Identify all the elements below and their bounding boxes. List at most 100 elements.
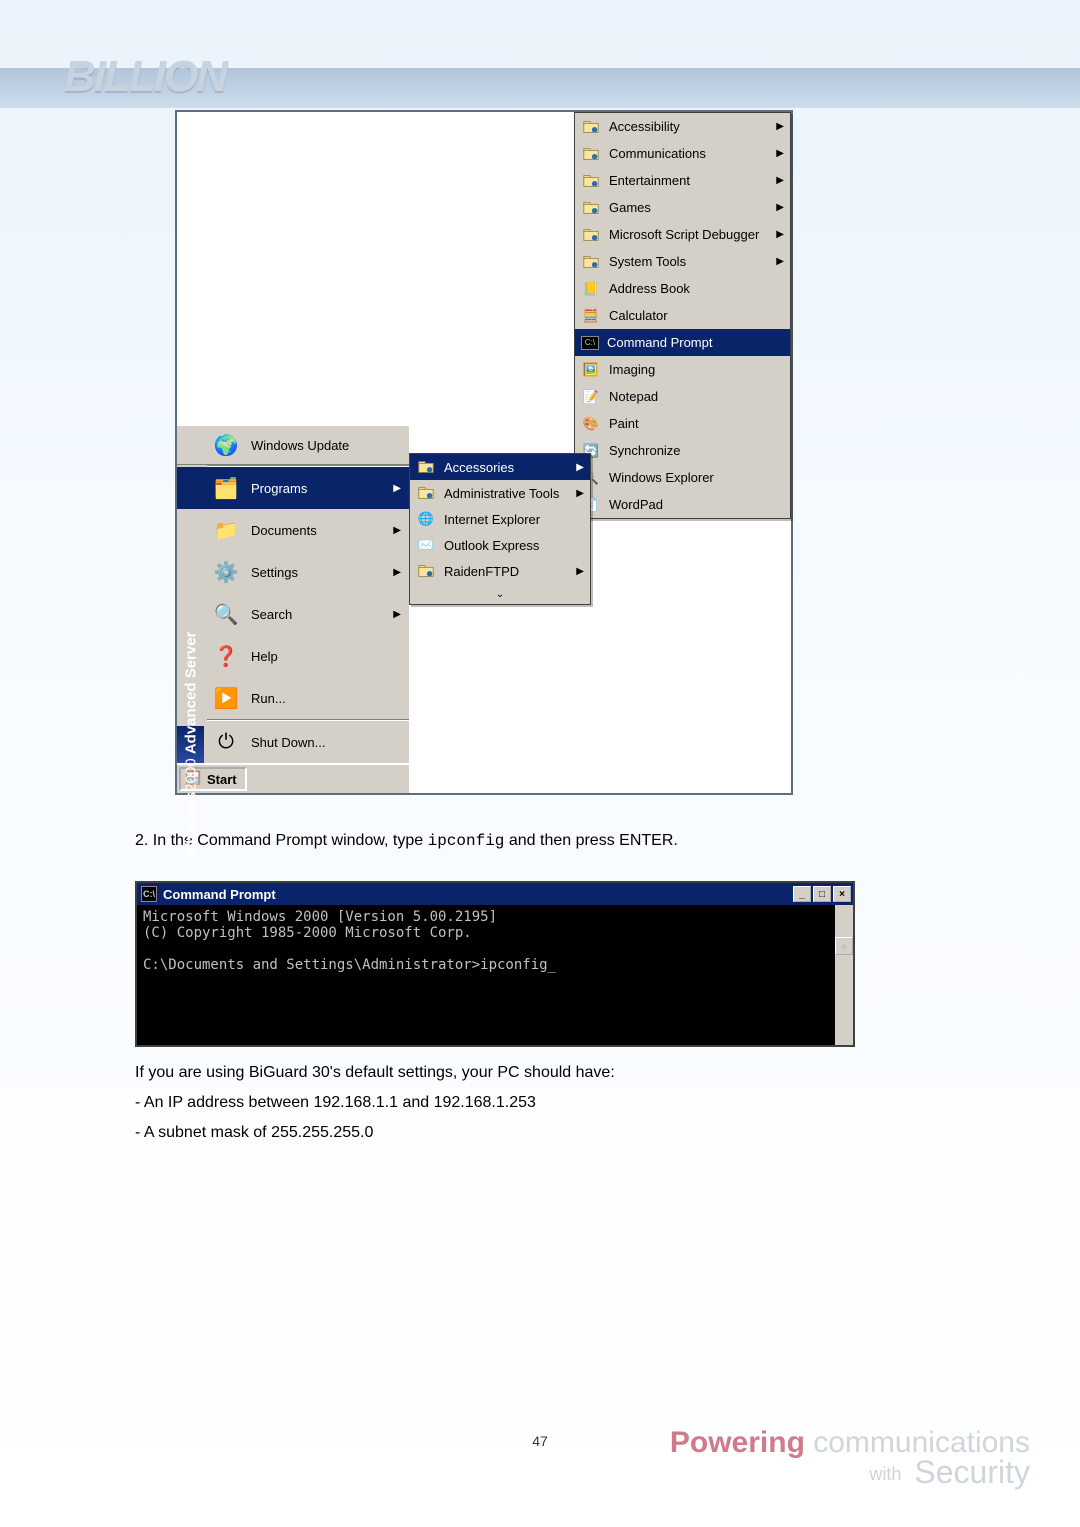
programs-flyout: Accessories ▶ Administrative Tools ▶ 🌐 I…: [409, 453, 591, 605]
programs-icon: 🗂️: [211, 473, 241, 503]
menu-label: System Tools: [609, 254, 686, 269]
cmd-window: C:\ Command Prompt _ □ × Microsoft Windo…: [135, 881, 855, 1047]
menu-item-outlook[interactable]: ✉️ Outlook Express: [410, 532, 590, 558]
submenu-arrow-icon: ▶: [576, 566, 584, 577]
menu-item-calculator[interactable]: 🧮 Calculator: [575, 302, 790, 329]
menu-item-settings[interactable]: ⚙️ Settings ▶: [177, 551, 409, 593]
menu-label: Search: [251, 607, 292, 622]
scroll-up-icon[interactable]: ▲: [835, 937, 853, 955]
folder-icon: [581, 144, 601, 164]
settings-icon: ⚙️: [211, 557, 241, 587]
submenu-arrow-icon: ▶: [776, 256, 784, 267]
submenu-arrow-icon: ▶: [393, 525, 401, 536]
outlook-icon: ✉️: [416, 535, 436, 555]
menu-item-shutdown[interactable]: ⏻ Shut Down...: [177, 721, 409, 763]
folder-icon: [416, 483, 436, 503]
cmd-icon: C:\: [141, 886, 157, 902]
step2-suffix: and then press ENTER.: [504, 832, 677, 849]
menu-item-synchronize[interactable]: 🔄 Synchronize: [575, 437, 790, 464]
menu-item-notepad[interactable]: 📝 Notepad: [575, 383, 790, 410]
menu-label: Shut Down...: [251, 735, 325, 750]
menu-label: Entertainment: [609, 173, 690, 188]
start-label: Start: [207, 772, 237, 787]
menu-label: Paint: [609, 416, 639, 431]
menu-label: Accessories: [444, 460, 514, 475]
menu-label: Windows Explorer: [609, 470, 714, 485]
menu-item-windows-explorer[interactable]: 🔍 Windows Explorer: [575, 464, 790, 491]
submenu-arrow-icon: ▶: [393, 483, 401, 494]
submenu-arrow-icon: ▶: [393, 609, 401, 620]
paint-icon: 🎨: [581, 414, 601, 434]
notes-line1: If you are using BiGuard 30's default se…: [135, 1061, 935, 1085]
menu-item-search[interactable]: 🔍 Search ▶: [177, 593, 409, 635]
menu-label: Programs: [251, 481, 307, 496]
notes-line3: - A subnet mask of 255.255.255.0: [135, 1121, 935, 1145]
start-menu: Windows2000 Advanced Server 🌍 Windows Up…: [177, 425, 409, 793]
brand-logo: BILLION: [64, 52, 226, 102]
cmd-prompt: C:\Documents and Settings\Administrator>…: [143, 957, 556, 973]
folder-icon: [581, 171, 601, 191]
close-button[interactable]: ×: [833, 886, 851, 902]
cmd-icon: C:\: [581, 336, 599, 350]
maximize-button[interactable]: □: [813, 886, 831, 902]
submenu-arrow-icon: ▶: [776, 202, 784, 213]
menu-item-documents[interactable]: 📁 Documents ▶: [177, 509, 409, 551]
minimize-button[interactable]: _: [793, 886, 811, 902]
menu-item-run[interactable]: ▶️ Run...: [177, 677, 409, 719]
submenu-arrow-icon: ▶: [393, 567, 401, 578]
footer-brand: Powering communications with Security: [670, 1426, 1030, 1491]
help-icon: ❓: [211, 641, 241, 671]
menu-item-system-tools[interactable]: System Tools ▶: [575, 248, 790, 275]
cmd-titlebar: C:\ Command Prompt _ □ ×: [137, 883, 853, 905]
ie-icon: 🌐: [416, 509, 436, 529]
addressbook-icon: 📒: [581, 279, 601, 299]
menu-label: Synchronize: [609, 443, 681, 458]
menu-label: Help: [251, 649, 278, 664]
folder-icon: [581, 225, 601, 245]
menu-label: Run...: [251, 691, 286, 706]
cmd-title-text: Command Prompt: [163, 887, 276, 902]
menu-item-admin-tools[interactable]: Administrative Tools ▶: [410, 480, 590, 506]
menu-item-accessibility[interactable]: Accessibility ▶: [575, 113, 790, 140]
shutdown-icon: ⏻: [211, 727, 241, 757]
menu-label: Documents: [251, 523, 317, 538]
submenu-arrow-icon: ▶: [576, 462, 584, 473]
notepad-icon: 📝: [581, 387, 601, 407]
expand-chevron-icon[interactable]: ⌄: [410, 584, 590, 604]
menu-label: Settings: [251, 565, 298, 580]
menu-label: Imaging: [609, 362, 655, 377]
menu-item-help[interactable]: ❓ Help: [177, 635, 409, 677]
menu-label: RaidenFTPD: [444, 564, 519, 579]
menu-label: Communications: [609, 146, 706, 161]
footer-powering: Powering: [670, 1426, 805, 1459]
footer-security: Security: [914, 1454, 1030, 1490]
step2-prefix: 2. In the Command Prompt window, type: [135, 832, 428, 849]
menu-item-ie[interactable]: 🌐 Internet Explorer: [410, 506, 590, 532]
menu-item-games[interactable]: Games ▶: [575, 194, 790, 221]
menu-item-accessories[interactable]: Accessories ▶: [410, 454, 590, 480]
search-icon: 🔍: [211, 599, 241, 629]
submenu-arrow-icon: ▶: [576, 488, 584, 499]
folder-icon: [581, 198, 601, 218]
menu-item-script-debugger[interactable]: Microsoft Script Debugger ▶: [575, 221, 790, 248]
page-number: 47: [532, 1433, 548, 1449]
cmd-body: Microsoft Windows 2000 [Version 5.00.219…: [137, 905, 853, 1045]
footer-with: with: [869, 1464, 906, 1484]
imaging-icon: 🖼️: [581, 360, 601, 380]
menu-item-windows-update[interactable]: 🌍 Windows Update: [177, 426, 409, 464]
menu-item-address-book[interactable]: 📒 Address Book: [575, 275, 790, 302]
page-content: Accessibility ▶ Communications ▶ Enterta…: [135, 110, 935, 1145]
menu-item-entertainment[interactable]: Entertainment ▶: [575, 167, 790, 194]
menu-item-paint[interactable]: 🎨 Paint: [575, 410, 790, 437]
folder-icon: [581, 117, 601, 137]
menu-item-command-prompt[interactable]: C:\ Command Prompt: [575, 329, 790, 356]
menu-item-wordpad[interactable]: 📄 WordPad: [575, 491, 790, 518]
menu-item-imaging[interactable]: 🖼️ Imaging: [575, 356, 790, 383]
cmd-scrollbar[interactable]: ▲: [835, 905, 853, 1045]
menu-item-communications[interactable]: Communications ▶: [575, 140, 790, 167]
documents-icon: 📁: [211, 515, 241, 545]
menu-item-raidenftpd[interactable]: RaidenFTPD ▶: [410, 558, 590, 584]
submenu-arrow-icon: ▶: [776, 121, 784, 132]
menu-item-programs[interactable]: 🗂️ Programs ▶: [177, 467, 409, 509]
menu-label: Notepad: [609, 389, 658, 404]
